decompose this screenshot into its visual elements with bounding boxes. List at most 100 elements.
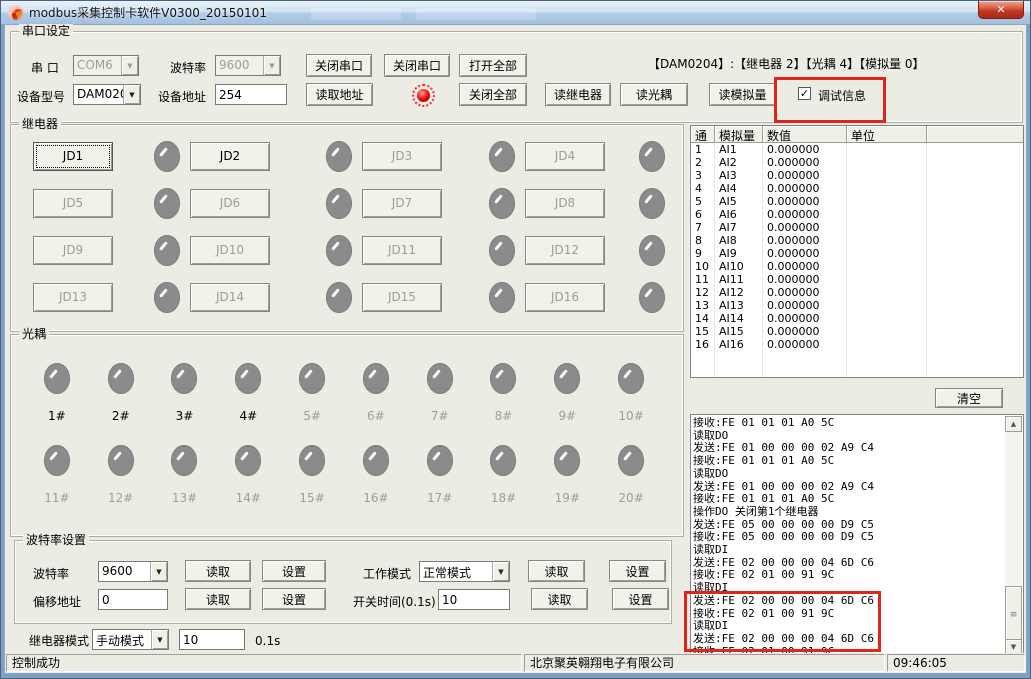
relay-lamp-icon bbox=[639, 141, 665, 172]
opto-row-1: 1# 2# 3# 4# bbox=[25, 363, 663, 423]
relay-button[interactable]: JD2 bbox=[190, 142, 270, 171]
work-mode-read-button[interactable]: 读取 bbox=[528, 560, 585, 582]
relay-button[interactable]: JD10 bbox=[190, 236, 270, 265]
work-mode-select[interactable]: 正常模式 ▼ bbox=[419, 561, 510, 582]
cell-extra bbox=[927, 182, 1023, 195]
opto-channel-label: 18# bbox=[491, 491, 516, 505]
relay-button[interactable]: JD9 bbox=[33, 236, 113, 265]
relay-button[interactable]: JD8 bbox=[525, 189, 605, 218]
opto-channel-label: 15# bbox=[299, 491, 324, 505]
relay-cell: JD9 bbox=[33, 235, 190, 265]
relay-mode-select[interactable]: 手动模式 ▼ bbox=[92, 629, 169, 650]
relay-cell: JD3 bbox=[362, 141, 525, 171]
relay-button[interactable]: JD14 bbox=[190, 283, 270, 312]
relay-button[interactable]: JD15 bbox=[362, 283, 442, 312]
relay-lamp-icon bbox=[326, 188, 352, 219]
clear-log-button[interactable]: 清空 bbox=[935, 388, 1003, 408]
model-select[interactable]: DAM0204 ▼ bbox=[73, 84, 141, 105]
offset-address-field[interactable] bbox=[98, 589, 168, 610]
scroll-thumb[interactable]: ≡ bbox=[1005, 586, 1022, 643]
work-mode-value: 正常模式 bbox=[420, 562, 492, 581]
relay-button[interactable]: JD7 bbox=[362, 189, 442, 218]
chevron-down-icon[interactable]: ▼ bbox=[263, 56, 280, 75]
relay-time-field[interactable] bbox=[179, 629, 245, 650]
relay-lamp-icon bbox=[639, 235, 665, 266]
close-all-button[interactable]: 关闭全部 bbox=[459, 83, 527, 106]
baudrate-select[interactable]: 9600 ▼ bbox=[215, 55, 281, 76]
cell-extra bbox=[927, 312, 1023, 325]
baud2-select[interactable]: 9600 ▼ bbox=[98, 561, 168, 582]
relay-cell: JD13 bbox=[33, 282, 190, 312]
app-logo-icon bbox=[8, 5, 23, 20]
cell-channel: 6 bbox=[691, 208, 715, 221]
open-all-button[interactable]: 打开全部 bbox=[459, 54, 527, 77]
relay-button[interactable]: JD16 bbox=[525, 283, 605, 312]
switch-time-set-button[interactable]: 设置 bbox=[612, 588, 669, 610]
opto-cell: 10# bbox=[599, 363, 663, 423]
scroll-up-icon[interactable]: ▲ bbox=[1005, 416, 1022, 432]
title-bar: modbus采集控制卡软件V0300_20150101 ✕ bbox=[1, 1, 1030, 24]
table-row: 2 AI2 0.000000 bbox=[691, 156, 1023, 169]
relay-cell: JD10 bbox=[190, 235, 362, 265]
work-mode-set-button[interactable]: 设置 bbox=[609, 560, 666, 582]
relay-button[interactable]: JD12 bbox=[525, 236, 605, 265]
log-scrollbar[interactable]: ▲ ≡ ▼ bbox=[1005, 416, 1022, 655]
opto-cell: 13# bbox=[153, 445, 217, 505]
table-row: 11 AI11 0.000000 bbox=[691, 273, 1023, 286]
baud-read-button[interactable]: 读取 bbox=[185, 560, 251, 582]
cell-channel: 7 bbox=[691, 221, 715, 234]
relay-button[interactable]: JD3 bbox=[362, 142, 442, 171]
chevron-down-icon[interactable]: ▼ bbox=[123, 85, 140, 104]
cell-analog: AI8 bbox=[715, 234, 763, 247]
device-address-field[interactable] bbox=[215, 84, 287, 105]
opto-lamp-icon bbox=[235, 363, 261, 394]
cell-channel: 5 bbox=[691, 195, 715, 208]
close-serial-button-2[interactable]: 关闭串口 bbox=[384, 54, 450, 77]
cell-channel: 13 bbox=[691, 299, 715, 312]
cell-analog: AI5 bbox=[715, 195, 763, 208]
opto-lamp-icon bbox=[490, 363, 516, 394]
relay-button[interactable]: JD6 bbox=[190, 189, 270, 218]
baud-set-button[interactable]: 设置 bbox=[262, 560, 326, 582]
table-row: 3 AI3 0.000000 bbox=[691, 169, 1023, 182]
close-icon[interactable]: ✕ bbox=[978, 1, 1024, 19]
device-address-label: 设备地址 bbox=[158, 90, 206, 104]
opto-lamp-icon bbox=[44, 363, 70, 394]
table-row: 14 AI14 0.000000 bbox=[691, 312, 1023, 325]
cell-extra bbox=[927, 234, 1023, 247]
opto-channel-label: 4# bbox=[239, 409, 257, 423]
table-row: 5 AI5 0.000000 bbox=[691, 195, 1023, 208]
chevron-down-icon[interactable]: ▼ bbox=[121, 56, 138, 75]
relay-button[interactable]: JD1 bbox=[33, 142, 113, 171]
opto-cell: 12# bbox=[89, 445, 153, 505]
cell-unit bbox=[847, 247, 927, 260]
cell-channel: 2 bbox=[691, 156, 715, 169]
read-relay-button[interactable]: 读继电器 bbox=[545, 83, 611, 106]
switch-time-field[interactable] bbox=[438, 589, 510, 610]
port-select[interactable]: COM6 ▼ bbox=[73, 55, 139, 76]
offset-set-button[interactable]: 设置 bbox=[262, 588, 326, 610]
chevron-down-icon[interactable]: ▼ bbox=[492, 562, 509, 581]
relay-button[interactable]: JD4 bbox=[525, 142, 605, 171]
relay-button[interactable]: JD5 bbox=[33, 189, 113, 218]
debug-log[interactable]: 接收:FE 01 01 01 A0 5C读取DO发送:FE 01 00 00 0… bbox=[690, 414, 1024, 657]
close-serial-button-1[interactable]: 关闭串口 bbox=[306, 54, 372, 77]
offset-read-button[interactable]: 读取 bbox=[185, 588, 251, 610]
baud2-value: 9600 bbox=[99, 562, 150, 581]
cell-unit bbox=[847, 234, 927, 247]
opto-lamp-icon bbox=[299, 363, 325, 394]
cell-analog: AI1 bbox=[715, 143, 763, 156]
switch-time-read-button[interactable]: 读取 bbox=[531, 588, 588, 610]
debug-info-checkbox[interactable]: ✓ bbox=[798, 87, 811, 100]
opto-channel-label: 3# bbox=[176, 409, 194, 423]
read-address-button[interactable]: 读取地址 bbox=[306, 83, 373, 106]
read-opto-button[interactable]: 读光耦 bbox=[620, 83, 688, 106]
relay-button[interactable]: JD13 bbox=[33, 283, 113, 312]
read-analog-button[interactable]: 读模拟量 bbox=[709, 83, 776, 106]
status-message: 控制成功 bbox=[6, 654, 522, 672]
relay-button[interactable]: JD11 bbox=[362, 236, 442, 265]
cell-extra bbox=[927, 195, 1023, 208]
cell-channel: 15 bbox=[691, 325, 715, 338]
chevron-down-icon[interactable]: ▼ bbox=[151, 630, 168, 649]
chevron-down-icon[interactable]: ▼ bbox=[150, 562, 167, 581]
